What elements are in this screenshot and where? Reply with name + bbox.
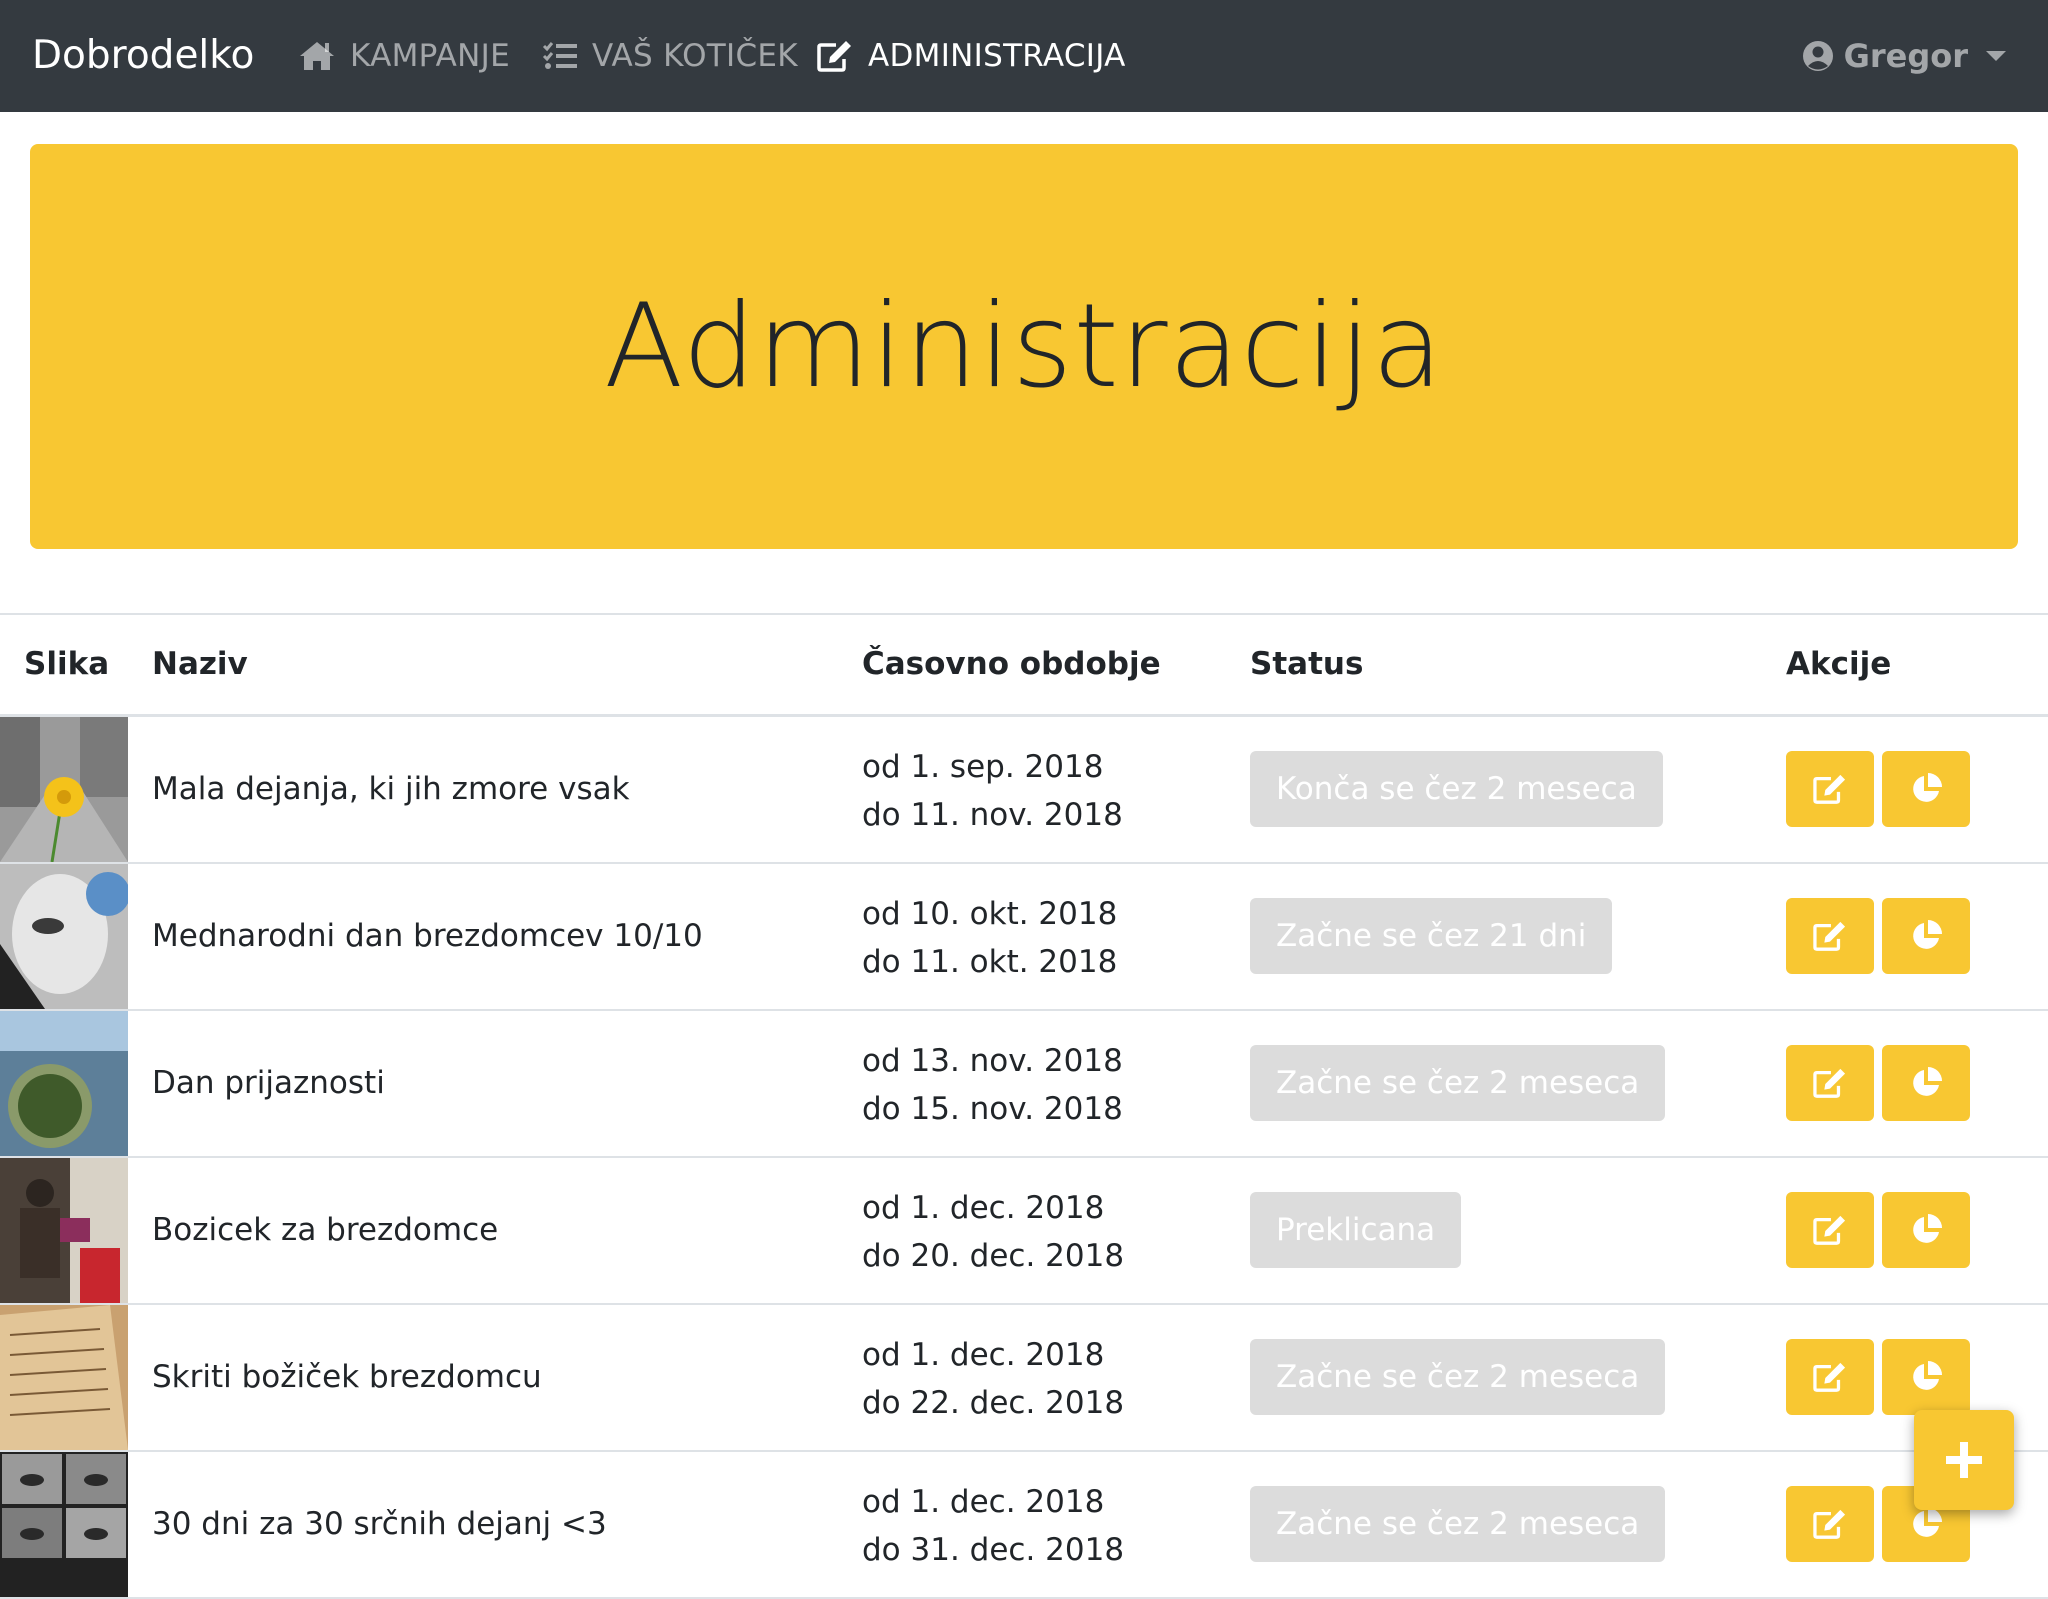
edit-button[interactable] bbox=[1786, 1192, 1874, 1268]
statistics-button[interactable] bbox=[1882, 1045, 1970, 1121]
period-start: od 1. dec. 2018 bbox=[862, 1484, 1105, 1520]
status-badge: Začne se čez 2 meseca bbox=[1250, 1486, 1666, 1562]
edit-button[interactable] bbox=[1786, 1486, 1874, 1562]
table-row: Skriti božiček brezdomcu od 1. dec. 2018… bbox=[0, 1305, 2048, 1452]
period-end: do 11. okt. 2018 bbox=[862, 944, 1118, 980]
period-end: do 31. dec. 2018 bbox=[862, 1532, 1125, 1568]
pie-chart-icon bbox=[1913, 920, 1942, 949]
period-end: do 15. nov. 2018 bbox=[862, 1091, 1123, 1127]
edit-button[interactable] bbox=[1786, 751, 1874, 827]
campaign-period: od 1. dec. 2018 do 22. dec. 2018 bbox=[862, 1331, 1124, 1427]
brand-logo[interactable]: Dobrodelko bbox=[32, 0, 254, 112]
navbar: Dobrodelko KAMPANJE VAŠ KOTIČEK ADMINIST… bbox=[0, 0, 2048, 112]
home-icon bbox=[300, 42, 334, 70]
jumbotron: Administracija bbox=[30, 144, 2018, 549]
nav-item-vas-koticek[interactable]: VAŠ KOTIČEK bbox=[542, 0, 798, 112]
campaign-period: od 1. dec. 2018 do 31. dec. 2018 bbox=[862, 1478, 1124, 1574]
edit-icon bbox=[1813, 1215, 1846, 1245]
period-start: od 10. okt. 2018 bbox=[862, 896, 1118, 932]
campaign-period: od 1. sep. 2018 do 11. nov. 2018 bbox=[862, 743, 1123, 839]
user-circle-icon bbox=[1802, 41, 1833, 71]
campaign-period: od 13. nov. 2018 do 15. nov. 2018 bbox=[862, 1037, 1123, 1133]
period-start: od 1. sep. 2018 bbox=[862, 749, 1104, 785]
nav-item-label: VAŠ KOTIČEK bbox=[592, 38, 798, 74]
pie-chart-icon bbox=[1913, 1067, 1942, 1096]
status-badge: Preklicana bbox=[1250, 1192, 1462, 1268]
period-start: od 13. nov. 2018 bbox=[862, 1043, 1123, 1079]
status-badge: Konča se čez 2 meseca bbox=[1250, 751, 1663, 827]
column-header-akcije: Akcije bbox=[1786, 646, 1892, 682]
campaign-thumbnail bbox=[0, 1452, 128, 1597]
campaign-period: od 10. okt. 2018 do 11. okt. 2018 bbox=[862, 890, 1117, 986]
campaign-name: Bozicek za brezdomce bbox=[152, 1212, 499, 1248]
campaign-name: Dan prijaznosti bbox=[152, 1065, 385, 1101]
edit-icon bbox=[1813, 774, 1846, 804]
period-end: do 22. dec. 2018 bbox=[862, 1385, 1125, 1421]
pie-chart-icon bbox=[1913, 1361, 1942, 1390]
edit-icon bbox=[817, 41, 851, 72]
column-header-status: Status bbox=[1250, 646, 1364, 682]
statistics-button[interactable] bbox=[1882, 751, 1970, 827]
edit-icon bbox=[1813, 1509, 1846, 1539]
campaign-thumbnail bbox=[0, 1305, 128, 1450]
campaign-name: 30 dni za 30 srčnih dejanj <3 bbox=[152, 1506, 607, 1542]
statistics-button[interactable] bbox=[1882, 1339, 1970, 1415]
status-badge: Začne se čez 2 meseca bbox=[1250, 1045, 1666, 1121]
edit-button[interactable] bbox=[1786, 1339, 1874, 1415]
edit-icon bbox=[1813, 921, 1846, 951]
edit-icon bbox=[1813, 1362, 1846, 1392]
edit-button[interactable] bbox=[1786, 1045, 1874, 1121]
statistics-button[interactable] bbox=[1882, 898, 1970, 974]
nav-item-administracija[interactable]: ADMINISTRACIJA bbox=[816, 0, 1126, 112]
table-row: 30 dni za 30 srčnih dejanj <3 od 1. dec.… bbox=[0, 1452, 2048, 1599]
status-badge: Začne se čez 21 dni bbox=[1250, 898, 1613, 974]
campaign-thumbnail bbox=[0, 1158, 128, 1303]
campaign-thumbnail bbox=[0, 864, 128, 1009]
user-menu-dropdown[interactable]: Gregor bbox=[1802, 0, 2006, 112]
campaign-name: Mala dejanja, ki jih zmore vsak bbox=[152, 771, 630, 807]
nav-item-label: KAMPANJE bbox=[350, 38, 510, 74]
campaign-name: Skriti božiček brezdomcu bbox=[152, 1359, 542, 1395]
period-end: do 20. dec. 2018 bbox=[862, 1238, 1125, 1274]
period-start: od 1. dec. 2018 bbox=[862, 1337, 1105, 1373]
table-row: Mednarodni dan brezdomcev 10/10 od 10. o… bbox=[0, 864, 2048, 1011]
campaign-period: od 1. dec. 2018 do 20. dec. 2018 bbox=[862, 1184, 1124, 1280]
campaign-name: Mednarodni dan brezdomcev 10/10 bbox=[152, 918, 703, 954]
page-title: Administracija bbox=[604, 279, 1444, 414]
pie-chart-icon bbox=[1913, 1214, 1942, 1243]
campaign-thumbnail bbox=[0, 717, 128, 862]
nav-item-kampanje[interactable]: KAMPANJE bbox=[298, 0, 510, 112]
plus-icon bbox=[1946, 1442, 1982, 1478]
period-start: od 1. dec. 2018 bbox=[862, 1190, 1105, 1226]
tasks-icon bbox=[542, 42, 577, 69]
table-row: Mala dejanja, ki jih zmore vsak od 1. se… bbox=[0, 717, 2048, 864]
table-row: Dan prijaznosti od 13. nov. 2018 do 15. … bbox=[0, 1011, 2048, 1158]
column-header-slika: Slika bbox=[24, 646, 110, 682]
table-row: Bozicek za brezdomce od 1. dec. 2018 do … bbox=[0, 1158, 2048, 1305]
edit-button[interactable] bbox=[1786, 898, 1874, 974]
statistics-button[interactable] bbox=[1882, 1192, 1970, 1268]
campaigns-table: Slika Naziv Časovno obdobje Status Akcij… bbox=[0, 613, 2048, 1599]
nav-item-label: ADMINISTRACIJA bbox=[868, 38, 1126, 74]
pie-chart-icon bbox=[1913, 773, 1942, 802]
period-end: do 11. nov. 2018 bbox=[862, 797, 1123, 833]
column-header-naziv: Naziv bbox=[152, 646, 248, 682]
campaign-thumbnail bbox=[0, 1011, 128, 1156]
chevron-down-icon bbox=[1986, 51, 2006, 61]
table-header: Slika Naziv Časovno obdobje Status Akcij… bbox=[0, 613, 2048, 717]
status-badge: Začne se čez 2 meseca bbox=[1250, 1339, 1666, 1415]
column-header-casovno-obdobje: Časovno obdobje bbox=[862, 646, 1161, 682]
edit-icon bbox=[1813, 1068, 1846, 1098]
add-campaign-button[interactable] bbox=[1914, 1410, 2014, 1510]
user-name: Gregor bbox=[1843, 37, 1968, 75]
